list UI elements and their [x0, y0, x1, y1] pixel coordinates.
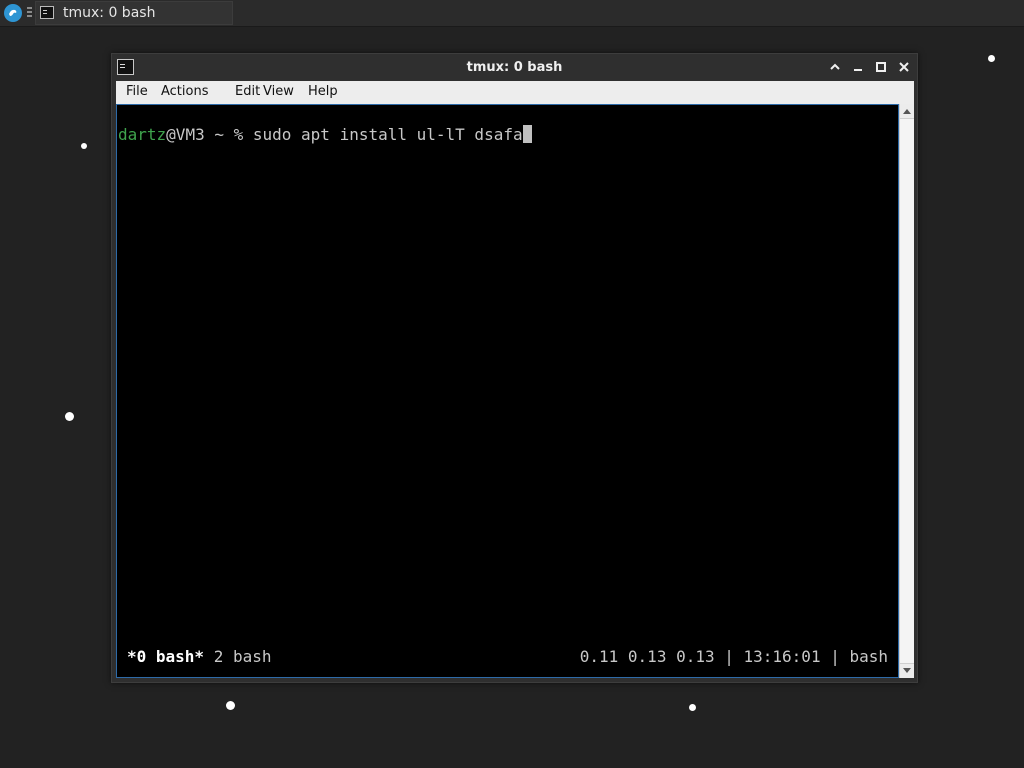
app-menu-button[interactable]: [4, 4, 22, 22]
title-bar[interactable]: tmux: 0 bash: [112, 54, 917, 81]
app-menu-icon: [9, 9, 17, 16]
close-icon[interactable]: [897, 60, 911, 74]
scroll-down-button[interactable]: [900, 663, 914, 678]
window-title: tmux: 0 bash: [466, 60, 563, 75]
command-line: dartz@VM3 ~ % sudo apt install ul-lT dsa…: [118, 125, 532, 144]
terminal-window: tmux: 0 bash File Actions Edit View Help…: [111, 53, 918, 683]
prompt-host-path: @VM3 ~ %: [166, 125, 253, 144]
chevron-up-icon[interactable]: [828, 60, 842, 74]
desktop-dot: [988, 55, 995, 62]
scroll-up-button[interactable]: [900, 104, 914, 119]
menu-bar: File Actions Edit View Help: [116, 81, 914, 104]
tmux-other-window[interactable]: 2 bash: [204, 647, 272, 666]
desktop-dot: [226, 701, 235, 710]
desktop: tmux: 0 bash tmux: 0 bash File Actions E…: [0, 0, 1024, 768]
menu-actions[interactable]: Actions: [161, 84, 209, 99]
command-text: sudo apt install ul-lT dsafa: [252, 125, 523, 144]
tmux-status-right: 0.11 0.13 0.13 | 13:16:01 | bash: [579, 647, 888, 666]
minimize-icon[interactable]: [851, 60, 865, 74]
vertical-scrollbar[interactable]: [899, 104, 914, 678]
desktop-dot: [65, 412, 74, 421]
tmux-status-bar: *0 bash* 2 bash 0.11 0.13 0.13 | 13:16:0…: [117, 645, 898, 667]
menu-view[interactable]: View: [263, 84, 294, 99]
terminal-icon: [40, 6, 54, 19]
desktop-dot: [689, 704, 696, 711]
tmux-active-window[interactable]: *0 bash*: [127, 647, 204, 666]
tmux-window-list: *0 bash* 2 bash: [127, 647, 272, 666]
menu-help[interactable]: Help: [308, 84, 338, 99]
desktop-dot: [81, 143, 87, 149]
menu-edit[interactable]: Edit: [235, 84, 260, 99]
prompt-user: dartz: [118, 125, 167, 144]
taskbar-window-label: tmux: 0 bash: [63, 5, 156, 21]
taskbar: tmux: 0 bash: [0, 0, 1024, 27]
text-cursor: [522, 125, 532, 143]
terminal-area[interactable]: dartz@VM3 ~ % sudo apt install ul-lT dsa…: [116, 104, 899, 678]
taskbar-handle[interactable]: [27, 7, 32, 19]
maximize-icon[interactable]: [874, 60, 888, 74]
menu-file[interactable]: File: [126, 84, 148, 99]
arrow-up-icon: [903, 109, 911, 114]
arrow-down-icon: [903, 668, 911, 673]
taskbar-window-button[interactable]: tmux: 0 bash: [35, 1, 233, 25]
